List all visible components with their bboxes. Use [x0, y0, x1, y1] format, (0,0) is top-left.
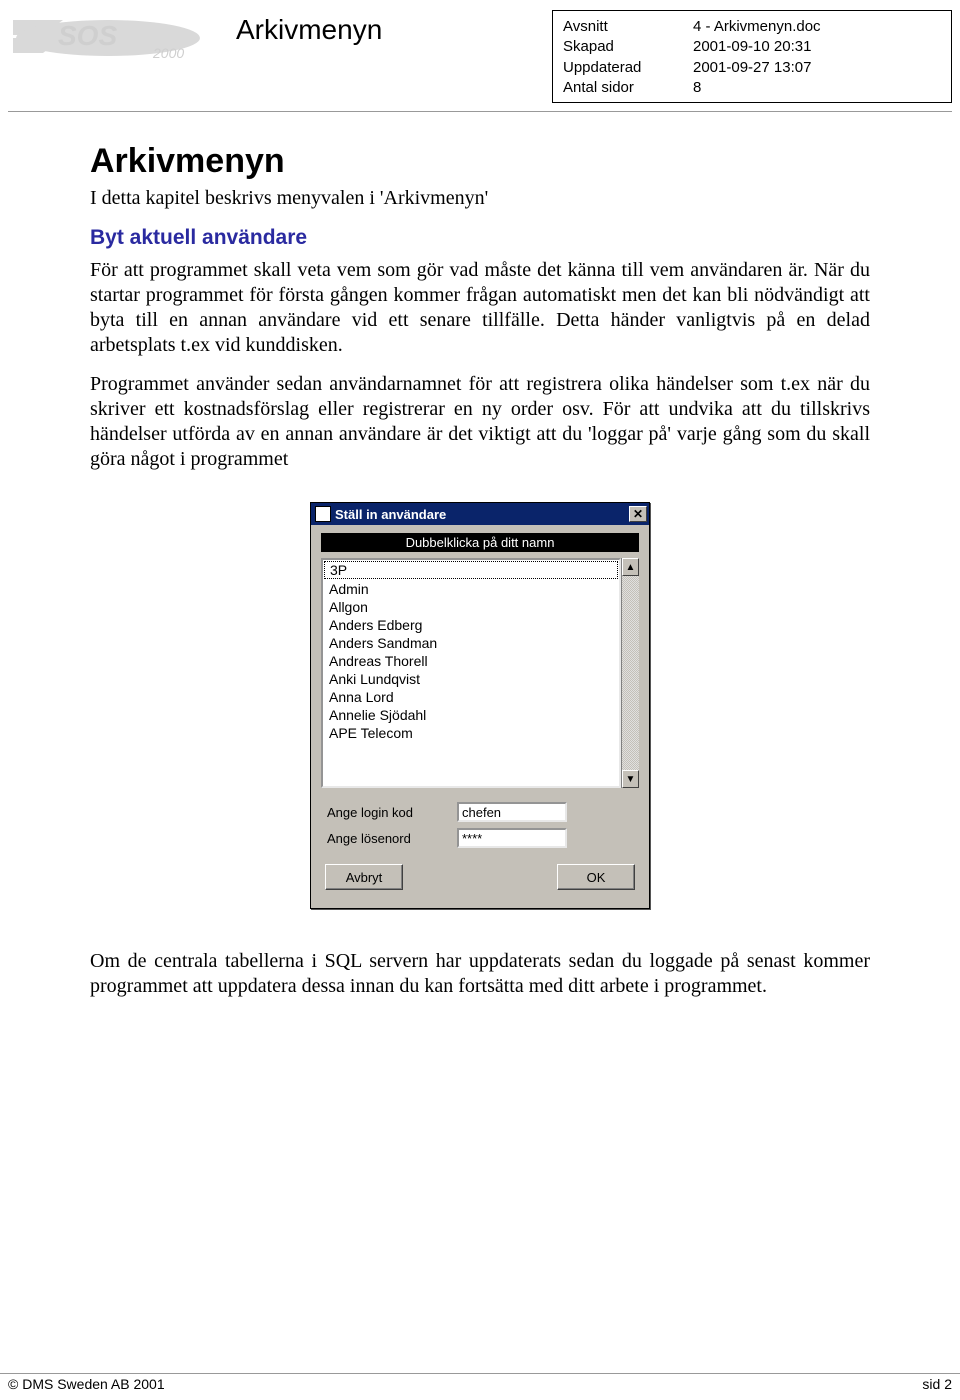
meta-value: 2001-09-27 13:07	[693, 58, 811, 78]
form-icon	[315, 506, 331, 522]
document-meta: Avsnitt4 - Arkivmenyn.doc Skapad2001-09-…	[552, 10, 952, 103]
list-item[interactable]: Anna Lord	[323, 688, 619, 706]
meta-label: Avsnitt	[563, 17, 693, 37]
dialog-banner: Dubbelklicka på ditt namn	[321, 533, 639, 552]
paragraph: Om de centrala tabellerna i SQL servern …	[90, 949, 870, 999]
intro-text: I detta kapitel beskrivs menyvalen i 'Ar…	[90, 187, 870, 210]
svg-text:2000: 2000	[152, 45, 184, 61]
list-item[interactable]: Admin	[323, 580, 619, 598]
heading-1: Arkivmenyn	[90, 142, 870, 181]
scroll-down-icon[interactable]: ▼	[622, 770, 639, 788]
login-input[interactable]	[457, 802, 567, 822]
list-item[interactable]: 3P	[324, 561, 618, 579]
close-icon[interactable]: ✕	[629, 506, 647, 522]
scroll-track[interactable]	[622, 576, 639, 770]
meta-label: Skapad	[563, 37, 693, 57]
footer-page-number: sid 2	[922, 1376, 952, 1392]
meta-label: Uppdaterad	[563, 58, 693, 78]
meta-label: Antal sidor	[563, 78, 693, 98]
list-item[interactable]: Andreas Thorell	[323, 652, 619, 670]
user-listbox[interactable]: 3P Admin Allgon Anders Edberg Anders San…	[321, 558, 621, 788]
page-title: Arkivmenyn	[236, 14, 382, 46]
list-item[interactable]: Anders Edberg	[323, 616, 619, 634]
list-item[interactable]: APE Telecom	[323, 724, 619, 742]
list-item[interactable]: Anki Lundqvist	[323, 670, 619, 688]
set-user-dialog: Ställ in användare ✕ Dubbelklicka på dit…	[310, 502, 650, 909]
dialog-title: Ställ in användare	[335, 507, 629, 522]
meta-value: 2001-09-10 20:31	[693, 37, 811, 57]
meta-value: 8	[693, 78, 701, 98]
content: Arkivmenyn I detta kapitel beskrivs meny…	[0, 112, 960, 999]
scrollbar[interactable]: ▲ ▼	[621, 558, 639, 788]
password-label: Ange lösenord	[327, 831, 457, 846]
ok-button[interactable]: OK	[557, 864, 635, 890]
dialog-titlebar[interactable]: Ställ in användare ✕	[311, 503, 649, 525]
logo: SOS 2000	[8, 10, 228, 70]
list-item[interactable]: Anders Sandman	[323, 634, 619, 652]
paragraph: För att programmet skall veta vem som gö…	[90, 258, 870, 358]
cancel-button[interactable]: Avbryt	[325, 864, 403, 890]
heading-2: Byt aktuell användare	[90, 226, 870, 250]
paragraph: Programmet använder sedan användarnamnet…	[90, 372, 870, 472]
password-input[interactable]	[457, 828, 567, 848]
list-item[interactable]: Allgon	[323, 598, 619, 616]
page-header: SOS 2000 Arkivmenyn Avsnitt4 - Arkivmeny…	[0, 0, 960, 112]
svg-text:SOS: SOS	[58, 20, 117, 51]
login-label: Ange login kod	[327, 805, 457, 820]
meta-value: 4 - Arkivmenyn.doc	[693, 17, 821, 37]
footer-copyright: © DMS Sweden AB 2001	[8, 1376, 165, 1392]
page-footer: © DMS Sweden AB 2001 sid 2	[0, 1373, 960, 1392]
scroll-up-icon[interactable]: ▲	[622, 558, 639, 576]
list-item[interactable]: Annelie Sjödahl	[323, 706, 619, 724]
